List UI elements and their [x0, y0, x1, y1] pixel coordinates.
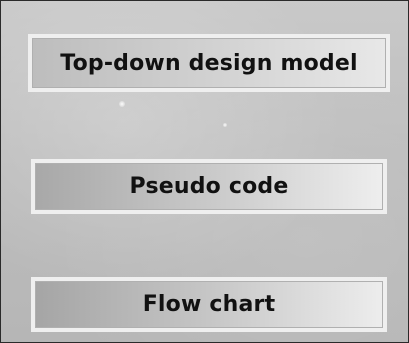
- background-sparkle: [223, 123, 227, 127]
- top-down-design-model-button[interactable]: Top-down design model: [28, 34, 390, 92]
- top-down-design-model-label: Top-down design model: [60, 50, 358, 76]
- menu-panel: Top-down design model Pseudo code Flow c…: [0, 0, 409, 343]
- flow-chart-label: Flow chart: [142, 292, 276, 317]
- pseudo-code-label: Pseudo code: [129, 174, 289, 199]
- flow-chart-button[interactable]: Flow chart: [31, 277, 387, 332]
- background-sparkle: [119, 101, 125, 107]
- pseudo-code-button[interactable]: Pseudo code: [31, 159, 387, 214]
